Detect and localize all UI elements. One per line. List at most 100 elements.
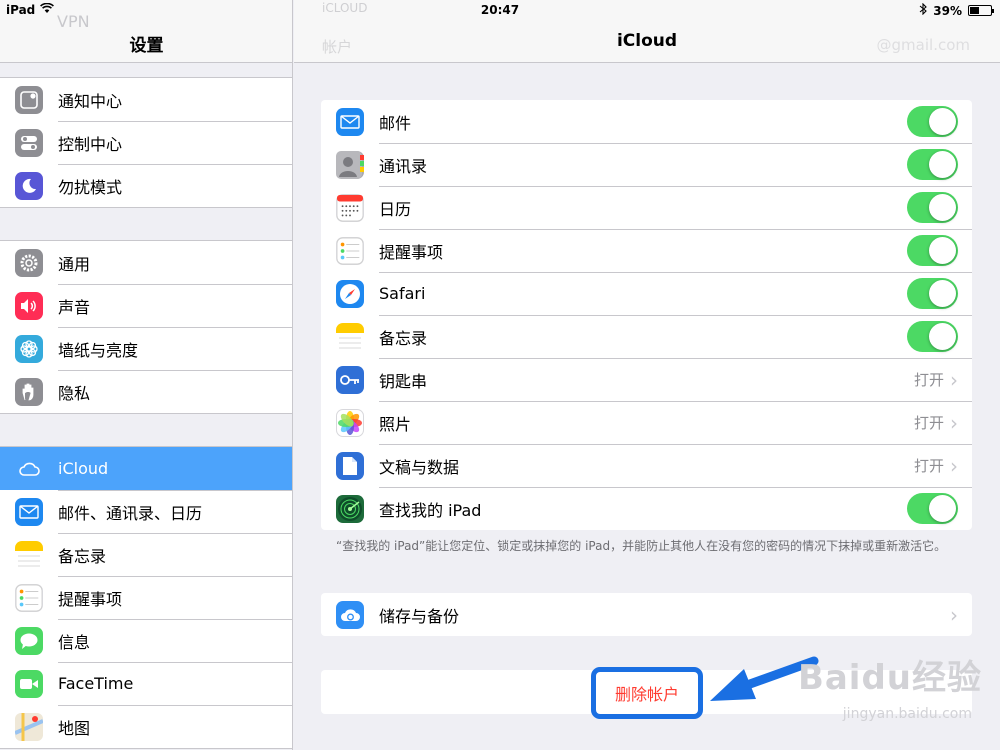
sidebar-item[interactable]: iCloud — [0, 447, 292, 490]
storage-backup-card: 储存与备份 › — [321, 593, 972, 636]
sidebar-item-label: 通知中心 — [58, 91, 123, 111]
flower-icon — [15, 334, 43, 363]
status-right: 39% — [919, 2, 994, 18]
bluetooth-icon — [919, 2, 928, 18]
service-toggle[interactable] — [907, 278, 958, 309]
icloud-service-row: 邮件 — [321, 100, 972, 143]
contacts-icon — [336, 150, 364, 179]
control-center-icon — [15, 128, 43, 157]
notes-icon — [336, 322, 364, 351]
sidebar-item[interactable]: FaceTime — [0, 662, 292, 705]
moon-icon — [15, 171, 43, 200]
cloud-storage-icon — [336, 600, 364, 629]
icloud-detail-pane: iCLOUD 帐户 @gmail.com iCloud 邮件 通讯录 日历 提醒事项 S… — [294, 0, 1000, 750]
toggle-knob — [929, 323, 956, 350]
icloud-service-row[interactable]: 文稿与数据 打开 › — [321, 444, 972, 487]
sidebar-item-label: 控制中心 — [58, 134, 123, 154]
settings-sidebar: VPN 设置 通知中心 控制中心 勿扰模式 通用 声音 墙纸与亮度 隐私 iCloud 邮件… — [0, 0, 293, 750]
sidebar-item[interactable]: 声音 — [0, 284, 292, 327]
sidebar-item-label: 墙纸与亮度 — [58, 340, 139, 360]
battery-icon — [968, 5, 994, 16]
service-toggle[interactable] — [907, 192, 958, 223]
sidebar-item[interactable]: 备忘录 — [0, 533, 292, 576]
sidebar-item[interactable]: 提醒事项 — [0, 576, 292, 619]
status-bar: iPad 20:47 39% — [0, 0, 1000, 22]
sidebar-item[interactable]: 地图 — [0, 705, 292, 748]
service-status: 打开 — [913, 457, 944, 475]
keychain-icon — [336, 365, 364, 394]
sidebar-group-notifications: 通知中心控制中心勿扰模式 — [0, 77, 292, 208]
sidebar-item[interactable]: 隐私 — [0, 370, 292, 413]
sidebar-item[interactable]: 通知中心 — [0, 78, 292, 121]
watermark-url: jingyan.baidu.com — [842, 706, 972, 722]
sidebar-item-label: 勿扰模式 — [58, 177, 123, 197]
toggle-knob — [929, 108, 956, 135]
toggle-knob — [929, 280, 956, 307]
sidebar-item[interactable]: 信息 — [0, 619, 292, 662]
icloud-service-row[interactable]: 钥匙串 打开 › — [321, 358, 972, 401]
icloud-service-row: 备忘录 — [321, 315, 972, 358]
gear-icon — [15, 248, 43, 277]
sidebar-item-label: 声音 — [58, 297, 91, 317]
sidebar-item-label: 提醒事项 — [58, 589, 123, 609]
storage-backup-row[interactable]: 储存与备份 › — [321, 593, 972, 636]
sidebar-item-label: 隐私 — [58, 383, 91, 403]
reminders-icon — [336, 236, 364, 265]
icloud-service-row: Safari — [321, 272, 972, 315]
cloud-icon — [15, 454, 43, 483]
notes-icon — [15, 540, 43, 569]
service-label: 文稿与数据 — [379, 457, 460, 477]
sidebar-item-label: 备忘录 — [58, 546, 107, 566]
sidebar-item-label: FaceTime — [58, 674, 134, 693]
reminders-icon — [15, 583, 43, 612]
service-toggle[interactable] — [907, 149, 958, 180]
service-label: 通讯录 — [379, 156, 428, 176]
chevron-right-icon: › — [950, 410, 958, 435]
service-label: 钥匙串 — [379, 371, 428, 391]
service-toggle[interactable] — [907, 321, 958, 352]
sidebar-group-apps: iCloud 邮件、通讯录、日历 备忘录提醒事项信息 FaceTime 地图 — [0, 446, 292, 749]
sidebar-item-label: 信息 — [58, 632, 91, 652]
toggle-knob — [929, 495, 956, 522]
hand-icon — [15, 377, 43, 406]
clock: 20:47 — [480, 3, 520, 17]
icloud-service-row: 查找我的 iPad — [321, 487, 972, 530]
mail-icon — [336, 107, 364, 136]
storage-backup-label: 储存与备份 — [379, 606, 460, 626]
icloud-service-row[interactable]: 照片 打开 › — [321, 401, 972, 444]
sidebar-item[interactable]: 邮件、通讯录、日历 — [0, 490, 292, 533]
sidebar-item-label: iCloud — [58, 459, 109, 478]
speaker-icon — [15, 291, 43, 320]
toggle-knob — [929, 151, 956, 178]
watermark-logo: Baidu经验 — [797, 658, 982, 698]
photos-icon — [336, 408, 364, 437]
service-label: 照片 — [379, 414, 412, 434]
service-label: 备忘录 — [379, 328, 428, 348]
service-label: 查找我的 iPad — [379, 500, 482, 520]
messages-icon — [15, 626, 43, 655]
service-toggle[interactable] — [907, 493, 958, 524]
delete-account-button[interactable]: 删除帐户 — [591, 667, 703, 719]
service-label: 提醒事项 — [379, 242, 444, 262]
sidebar-item[interactable]: 控制中心 — [0, 121, 292, 164]
sidebar-item[interactable]: 通用 — [0, 241, 292, 284]
service-status: 打开 — [913, 414, 944, 432]
icloud-service-row: 日历 — [321, 186, 972, 229]
sidebar-item[interactable]: 墙纸与亮度 — [0, 327, 292, 370]
icloud-services-list: 邮件 通讯录 日历 提醒事项 Safari 备忘录 钥匙串 打开 › 照片 打开 › 文稿与数据 打开 › 查… — [321, 100, 972, 530]
chevron-right-icon: › — [950, 367, 958, 392]
icloud-service-row: 通讯录 — [321, 143, 972, 186]
chevron-right-icon: › — [950, 602, 958, 627]
chevron-right-icon: › — [950, 453, 958, 478]
sidebar-group-general: 通用声音墙纸与亮度隐私 — [0, 240, 292, 414]
radar-icon — [336, 494, 364, 523]
battery-percent: 39% — [933, 3, 962, 18]
calendar-icon — [336, 193, 364, 222]
sidebar-item[interactable]: 勿扰模式 — [0, 164, 292, 207]
service-toggle[interactable] — [907, 235, 958, 266]
notification-center-icon — [15, 85, 43, 114]
service-toggle[interactable] — [907, 106, 958, 137]
compass-icon — [336, 279, 364, 308]
mail-icon — [15, 497, 43, 526]
sidebar-item-label: 邮件、通讯录、日历 — [58, 503, 203, 523]
